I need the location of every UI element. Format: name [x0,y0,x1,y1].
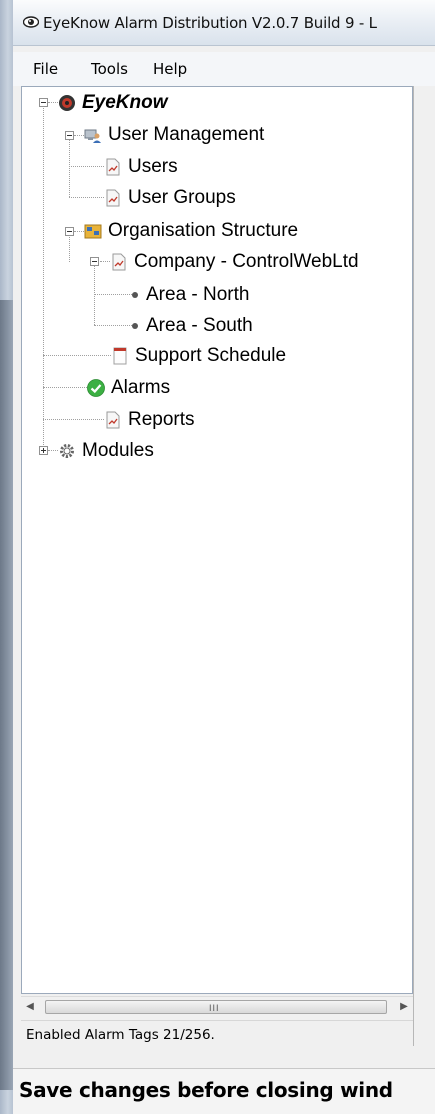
tree-item-label: Area - North [146,284,250,305]
collapse-toggle-user-management[interactable] [65,131,74,140]
tree-item-organisation-structure[interactable]: Organisation Structure [84,218,298,244]
horizontal-scrollbar[interactable]: ◀ III ▶ [21,996,413,1016]
tree-item-label: Organisation Structure [108,220,299,241]
tree-item-label: Alarms [111,377,171,398]
app-window: EyeKnow Alarm Distribution V2.0.7 Build … [13,0,435,1114]
tree-connector [94,265,95,325]
tree-connector [74,231,84,232]
status-text: Enabled Alarm Tags 21/256. [26,1027,215,1043]
tree-item-label: Company - ControlWebLtd [134,251,359,272]
panel-splitter[interactable] [413,86,427,1046]
tree-connector [48,102,58,103]
tree-item-user-groups[interactable]: User Groups [104,185,236,211]
gear-icon [60,444,74,458]
tree-connector [43,419,104,420]
tree-connector [43,387,87,388]
tree-item-label: User Groups [128,187,236,208]
tree-connector [69,137,70,197]
scrollbar-grip: III [209,1003,220,1013]
tree-connector [43,355,111,356]
window-title: EyeKnow Alarm Distribution V2.0.7 Build … [43,14,377,32]
navigation-tree[interactable]: EyeKnow User Management Users User Group… [21,86,413,994]
green-check-icon [87,379,105,397]
menu-file[interactable]: File [33,60,58,78]
tree-item-label: User Management [108,124,265,145]
tree-connector [43,103,44,445]
tree-connector [69,166,104,167]
tree-connector [74,135,84,136]
document-icon [112,253,126,271]
tree-connector [69,197,104,198]
users-computer-icon [84,129,101,143]
document-icon [106,189,120,207]
eyeknow-logo-icon [59,95,75,111]
menu-bar: File Tools Help [13,52,435,86]
tree-item-reports[interactable]: Reports [104,407,195,433]
tree-item-label: Reports [128,409,195,430]
tree-item-company[interactable]: Company - ControlWebLtd [110,249,359,275]
tree-item-user-management[interactable]: User Management [84,122,264,148]
document-icon [106,158,120,176]
collapse-toggle-eyeknow[interactable] [39,98,48,107]
scroll-left-button[interactable]: ◀ [21,997,39,1017]
tree-item-eyeknow[interactable]: EyeKnow [58,90,168,116]
org-chart-icon [84,224,102,239]
tree-item-users[interactable]: Users [104,154,178,180]
status-bar: Enabled Alarm Tags 21/256. [21,1020,413,1048]
menu-tools[interactable]: Tools [91,60,128,78]
background-window-edge [0,0,13,1114]
save-warning-banner: Save changes before closing wind [13,1068,435,1114]
tree-item-modules[interactable]: Modules [58,438,154,464]
tree-connector [48,450,58,451]
calendar-icon [113,347,127,365]
tree-item-label: Users [128,156,178,177]
expand-toggle-modules[interactable] [39,446,48,455]
content-area: EyeKnow User Management Users User Group… [21,86,427,1048]
background-window-shadow [0,300,13,1090]
eye-app-icon [23,16,39,28]
tree-connector [100,261,110,262]
tree-item-support-schedule[interactable]: Support Schedule [111,343,286,369]
title-bar[interactable]: EyeKnow Alarm Distribution V2.0.7 Build … [13,0,435,46]
tree-item-label: Area - South [146,315,253,336]
tree-item-area-north[interactable]: Area - North [130,282,249,308]
tree-item-label: Support Schedule [135,345,287,366]
tree-item-label: Modules [82,440,154,461]
collapse-toggle-organisation-structure[interactable] [65,227,74,236]
scroll-right-button[interactable]: ▶ [395,997,413,1017]
tree-connector [94,294,132,295]
tree-connector [69,234,70,262]
save-warning-text: Save changes before closing wind [19,1078,393,1102]
bullet-icon [132,323,138,329]
bullet-icon [132,292,138,298]
document-icon [106,411,120,429]
tree-connector [94,325,132,326]
collapse-toggle-company[interactable] [90,257,99,266]
tree-item-label: EyeKnow [82,92,168,113]
scrollbar-thumb[interactable]: III [45,1000,387,1014]
tree-item-area-south[interactable]: Area - South [130,313,253,339]
menu-help[interactable]: Help [153,60,187,78]
tree-item-alarms[interactable]: Alarms [87,375,170,401]
